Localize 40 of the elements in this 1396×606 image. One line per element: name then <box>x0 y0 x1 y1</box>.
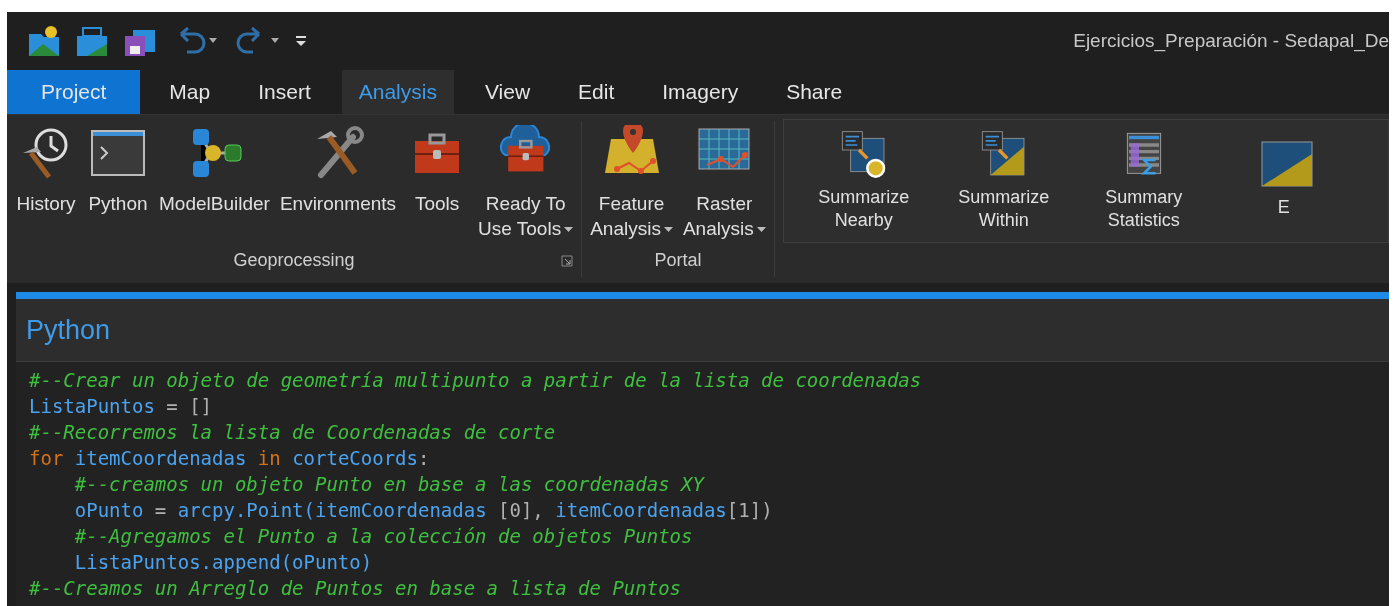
ribbon-tab[interactable]: Analysis <box>341 70 454 114</box>
code-line: #--Agregamos el Punto a la colección de objetos Puntos <box>73 524 694 549</box>
ribbon-button[interactable]: Tools <box>402 120 473 220</box>
caret-icon <box>564 226 574 233</box>
code-line: #--creamos un objeto Punto en base a las coordenadas XY <box>73 472 706 497</box>
open-folder-icon[interactable] <box>75 24 109 59</box>
ribbon-button[interactable]: Environments <box>275 120 401 220</box>
code-line: ListaPuntos.append(oPunto) <box>73 550 374 575</box>
code-line: #--Crear un objeto de geometría multipunto a partir de la lista de coordenadas <box>29 368 923 393</box>
ribbon-button[interactable]: History <box>11 120 81 220</box>
project-tab[interactable]: Project <box>7 70 141 114</box>
ribbon-button[interactable]: Feature Analysis <box>586 120 677 245</box>
window-title: Ejercicios_Preparación - Sedapal_De <box>1073 30 1389 53</box>
ribbon-tab[interactable]: Imagery <box>645 70 756 114</box>
dialog-launcher-icon[interactable] <box>561 254 574 267</box>
group-label: Portal <box>654 249 702 271</box>
ribbon-tab[interactable]: View <box>467 70 548 114</box>
pane-title: Python <box>26 314 111 346</box>
caret-icon <box>663 226 673 233</box>
gallery-button[interactable]: Summarize Within <box>943 129 1064 232</box>
ribbon-tab[interactable]: Map <box>152 70 228 114</box>
ribbon-button[interactable]: ModelBuilder <box>155 120 274 220</box>
ribbon-button[interactable]: Python <box>83 120 153 220</box>
ribbon-button[interactable]: Ready To Use Tools <box>474 120 578 245</box>
new-project-icon[interactable] <box>27 24 61 59</box>
customize-menu-icon[interactable] <box>295 34 307 49</box>
code-line: #--Recorremos la lista de Coordenadas de corte <box>29 420 557 445</box>
code-line: oPunto = arcpy.Point(itemCoordenadas [0], itemCoordenadas[1]) <box>73 498 774 523</box>
gallery-button[interactable]: Summary Statistics <box>1083 129 1204 232</box>
code-line: ListaPuntos = [] <box>29 394 214 419</box>
caret-icon <box>756 226 766 233</box>
gallery-button[interactable]: E <box>1223 129 1344 232</box>
ribbon-button[interactable]: Raster Analysis <box>678 120 770 245</box>
group-label: Geoprocessing <box>233 249 355 271</box>
gallery-button[interactable]: Summarize Nearby <box>803 129 924 232</box>
ribbon-tab[interactable]: Insert <box>241 70 328 114</box>
ribbon-tab[interactable]: Share <box>769 70 860 114</box>
code-line: #--Creamos un Arreglo de Puntos en base a lista de Puntos <box>29 576 683 601</box>
code-line: for itemCoordenadas in corteCoords: <box>29 446 431 471</box>
ribbon-tab[interactable]: Edit <box>561 70 632 114</box>
